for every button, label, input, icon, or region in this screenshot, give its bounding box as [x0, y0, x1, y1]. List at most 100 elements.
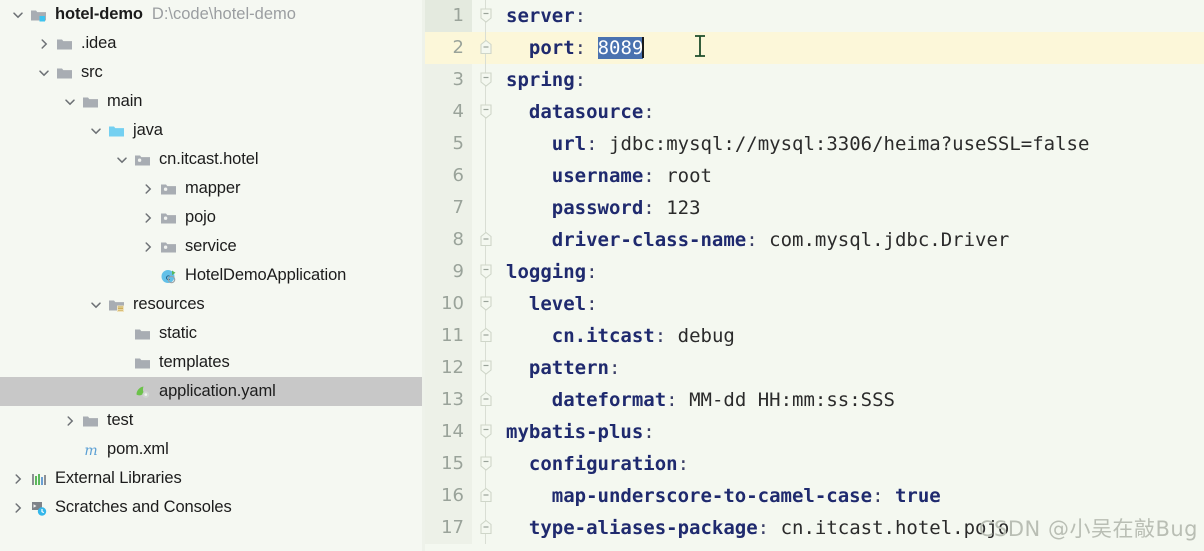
- code-line[interactable]: 4 datasource:: [425, 96, 1204, 128]
- code-line[interactable]: 7 password: 123: [425, 192, 1204, 224]
- code-text[interactable]: username: root: [500, 160, 1204, 192]
- code-line[interactable]: 9 logging:: [425, 256, 1204, 288]
- code-line[interactable]: 12 pattern:: [425, 352, 1204, 384]
- code-text[interactable]: cn.itcast: debug: [500, 320, 1204, 352]
- code-line[interactable]: 6 username: root: [425, 160, 1204, 192]
- chevron-right-icon[interactable]: [138, 182, 158, 196]
- yaml-value: root: [666, 165, 712, 187]
- code-line[interactable]: 2 port: 8089: [425, 32, 1204, 64]
- code-line[interactable]: 8 driver-class-name: com.mysql.jdbc.Driv…: [425, 224, 1204, 256]
- code-line[interactable]: 5 url: jdbc:mysql://mysql:3306/heima?use…: [425, 128, 1204, 160]
- line-number: 15: [425, 448, 472, 480]
- chevron-down-icon[interactable]: [34, 66, 54, 80]
- tree-item-src[interactable]: src: [0, 58, 422, 87]
- tree-item-test[interactable]: test: [0, 406, 422, 435]
- fold-marker-icon[interactable]: [472, 480, 500, 512]
- tree-item-scratches-and-consoles[interactable]: Scratches and Consoles: [0, 493, 422, 522]
- resources-root-icon: [106, 296, 128, 314]
- tree-item-static[interactable]: static: [0, 319, 422, 348]
- code-text[interactable]: level:: [500, 288, 1204, 320]
- tree-item-label: pom.xml: [107, 440, 169, 458]
- chevron-right-icon[interactable]: [34, 37, 54, 51]
- code-text[interactable]: server:: [500, 0, 1204, 32]
- code-text[interactable]: map-underscore-to-camel-case: true: [500, 480, 1204, 512]
- fold-marker-icon[interactable]: [472, 320, 500, 352]
- project-tree-panel[interactable]: hotel-demo D:\code\hotel-demo .idea src main…: [0, 0, 422, 551]
- tree-item-service[interactable]: service: [0, 232, 422, 261]
- chevron-right-icon[interactable]: [8, 501, 28, 515]
- code-text[interactable]: url: jdbc:mysql://mysql:3306/heima?useSS…: [500, 128, 1204, 160]
- tree-item-external-libraries[interactable]: External Libraries: [0, 464, 422, 493]
- code-text[interactable]: mybatis-plus:: [500, 416, 1204, 448]
- chevron-right-icon[interactable]: [138, 240, 158, 254]
- code-line[interactable]: 13 dateformat: MM-dd HH:mm:ss:SSS: [425, 384, 1204, 416]
- code-line[interactable]: 14 mybatis-plus:: [425, 416, 1204, 448]
- yaml-key: mybatis-plus: [506, 421, 644, 443]
- code-editor[interactable]: 1 server: 2 port: 8089 3 spring: 4 datasource…: [425, 0, 1204, 551]
- code-text[interactable]: logging:: [500, 256, 1204, 288]
- tree-item-main[interactable]: main: [0, 87, 422, 116]
- tree-item-label: HotelDemoApplication: [185, 266, 347, 284]
- tree-item-application-yaml[interactable]: application.yaml: [0, 377, 422, 406]
- yaml-colon: :: [643, 165, 655, 187]
- code-text[interactable]: password: 123: [500, 192, 1204, 224]
- fold-marker-icon[interactable]: [472, 416, 500, 448]
- fold-marker-icon[interactable]: [472, 512, 500, 544]
- code-line[interactable]: 11 cn.itcast: debug: [425, 320, 1204, 352]
- yaml-key: port: [528, 37, 575, 59]
- code-line[interactable]: 17 type-aliases-package: cn.itcast.hotel…: [425, 512, 1204, 544]
- fold-marker-icon[interactable]: [472, 224, 500, 256]
- code-text[interactable]: configuration:: [500, 448, 1204, 480]
- code-text[interactable]: dateformat: MM-dd HH:mm:ss:SSS: [500, 384, 1204, 416]
- code-line[interactable]: 16 map-underscore-to-camel-case: true: [425, 480, 1204, 512]
- fold-marker-icon[interactable]: [472, 384, 500, 416]
- line-number: 13: [425, 384, 472, 416]
- fold-marker-icon[interactable]: [472, 32, 500, 64]
- tree-item-path: D:\code\hotel-demo: [151, 5, 296, 23]
- tree-item-cn-itcast-hotel[interactable]: cn.itcast.hotel: [0, 145, 422, 174]
- package-icon: [158, 238, 180, 256]
- chevron-right-icon[interactable]: [8, 472, 28, 486]
- chevron-down-icon[interactable]: [60, 95, 80, 109]
- fold-marker-icon[interactable]: [472, 448, 500, 480]
- code-line[interactable]: 1 server:: [425, 0, 1204, 32]
- code-line[interactable]: 10 level:: [425, 288, 1204, 320]
- chevron-down-icon[interactable]: [86, 298, 106, 312]
- tree-item-templates[interactable]: templates: [0, 348, 422, 377]
- chevron-down-icon[interactable]: [8, 8, 28, 22]
- tree-item-mapper[interactable]: mapper: [0, 174, 422, 203]
- tree-item-idea[interactable]: .idea: [0, 29, 422, 58]
- code-text[interactable]: port: 8089: [500, 32, 1204, 64]
- tree-item-hoteldemoapplication[interactable]: c HotelDemoApplication: [0, 261, 422, 290]
- yaml-key: logging: [506, 261, 587, 283]
- code-area[interactable]: 1 server: 2 port: 8089 3 spring: 4 datasource…: [425, 0, 1204, 544]
- code-text[interactable]: pattern:: [500, 352, 1204, 384]
- line-number: 12: [425, 352, 472, 384]
- code-text[interactable]: spring:: [500, 64, 1204, 96]
- yaml-key: datasource: [528, 101, 644, 123]
- chevron-right-icon[interactable]: [60, 414, 80, 428]
- tree-item-resources[interactable]: resources: [0, 290, 422, 319]
- fold-marker-icon[interactable]: [472, 64, 500, 96]
- chevron-down-icon[interactable]: [86, 124, 106, 138]
- tree-item-label: .idea: [81, 34, 117, 52]
- yaml-colon: :: [574, 69, 587, 91]
- chevron-right-icon[interactable]: [138, 211, 158, 225]
- code-text[interactable]: datasource:: [500, 96, 1204, 128]
- fold-marker-icon[interactable]: [472, 0, 500, 32]
- tree-item-label: resources: [133, 295, 205, 313]
- chevron-down-icon[interactable]: [112, 153, 132, 167]
- fold-marker-icon[interactable]: [472, 288, 500, 320]
- code-text[interactable]: type-aliases-package: cn.itcast.hotel.po…: [500, 512, 1204, 544]
- fold-marker-icon[interactable]: [472, 256, 500, 288]
- tree-item-pojo[interactable]: pojo: [0, 203, 422, 232]
- tree-item-hotel-demo[interactable]: hotel-demo D:\code\hotel-demo: [0, 0, 422, 29]
- code-line[interactable]: 3 spring:: [425, 64, 1204, 96]
- yaml-key: server: [506, 5, 575, 27]
- tree-item-java[interactable]: java: [0, 116, 422, 145]
- fold-marker-icon[interactable]: [472, 96, 500, 128]
- code-line[interactable]: 15 configuration:: [425, 448, 1204, 480]
- code-text[interactable]: driver-class-name: com.mysql.jdbc.Driver: [500, 224, 1204, 256]
- tree-item-pom-xml[interactable]: m pom.xml: [0, 435, 422, 464]
- fold-marker-icon[interactable]: [472, 352, 500, 384]
